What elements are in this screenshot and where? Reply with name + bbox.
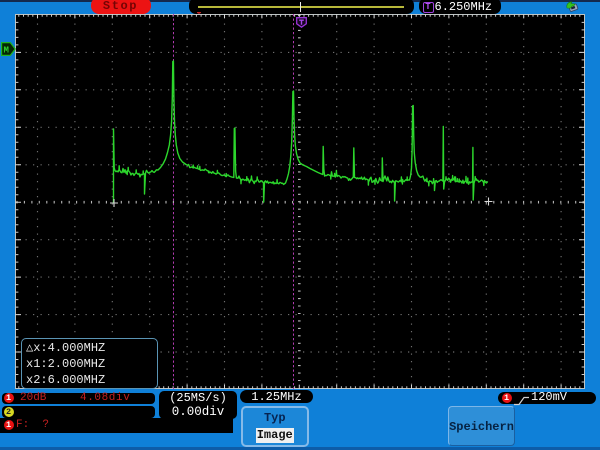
svg-text:M: M (3, 46, 8, 56)
